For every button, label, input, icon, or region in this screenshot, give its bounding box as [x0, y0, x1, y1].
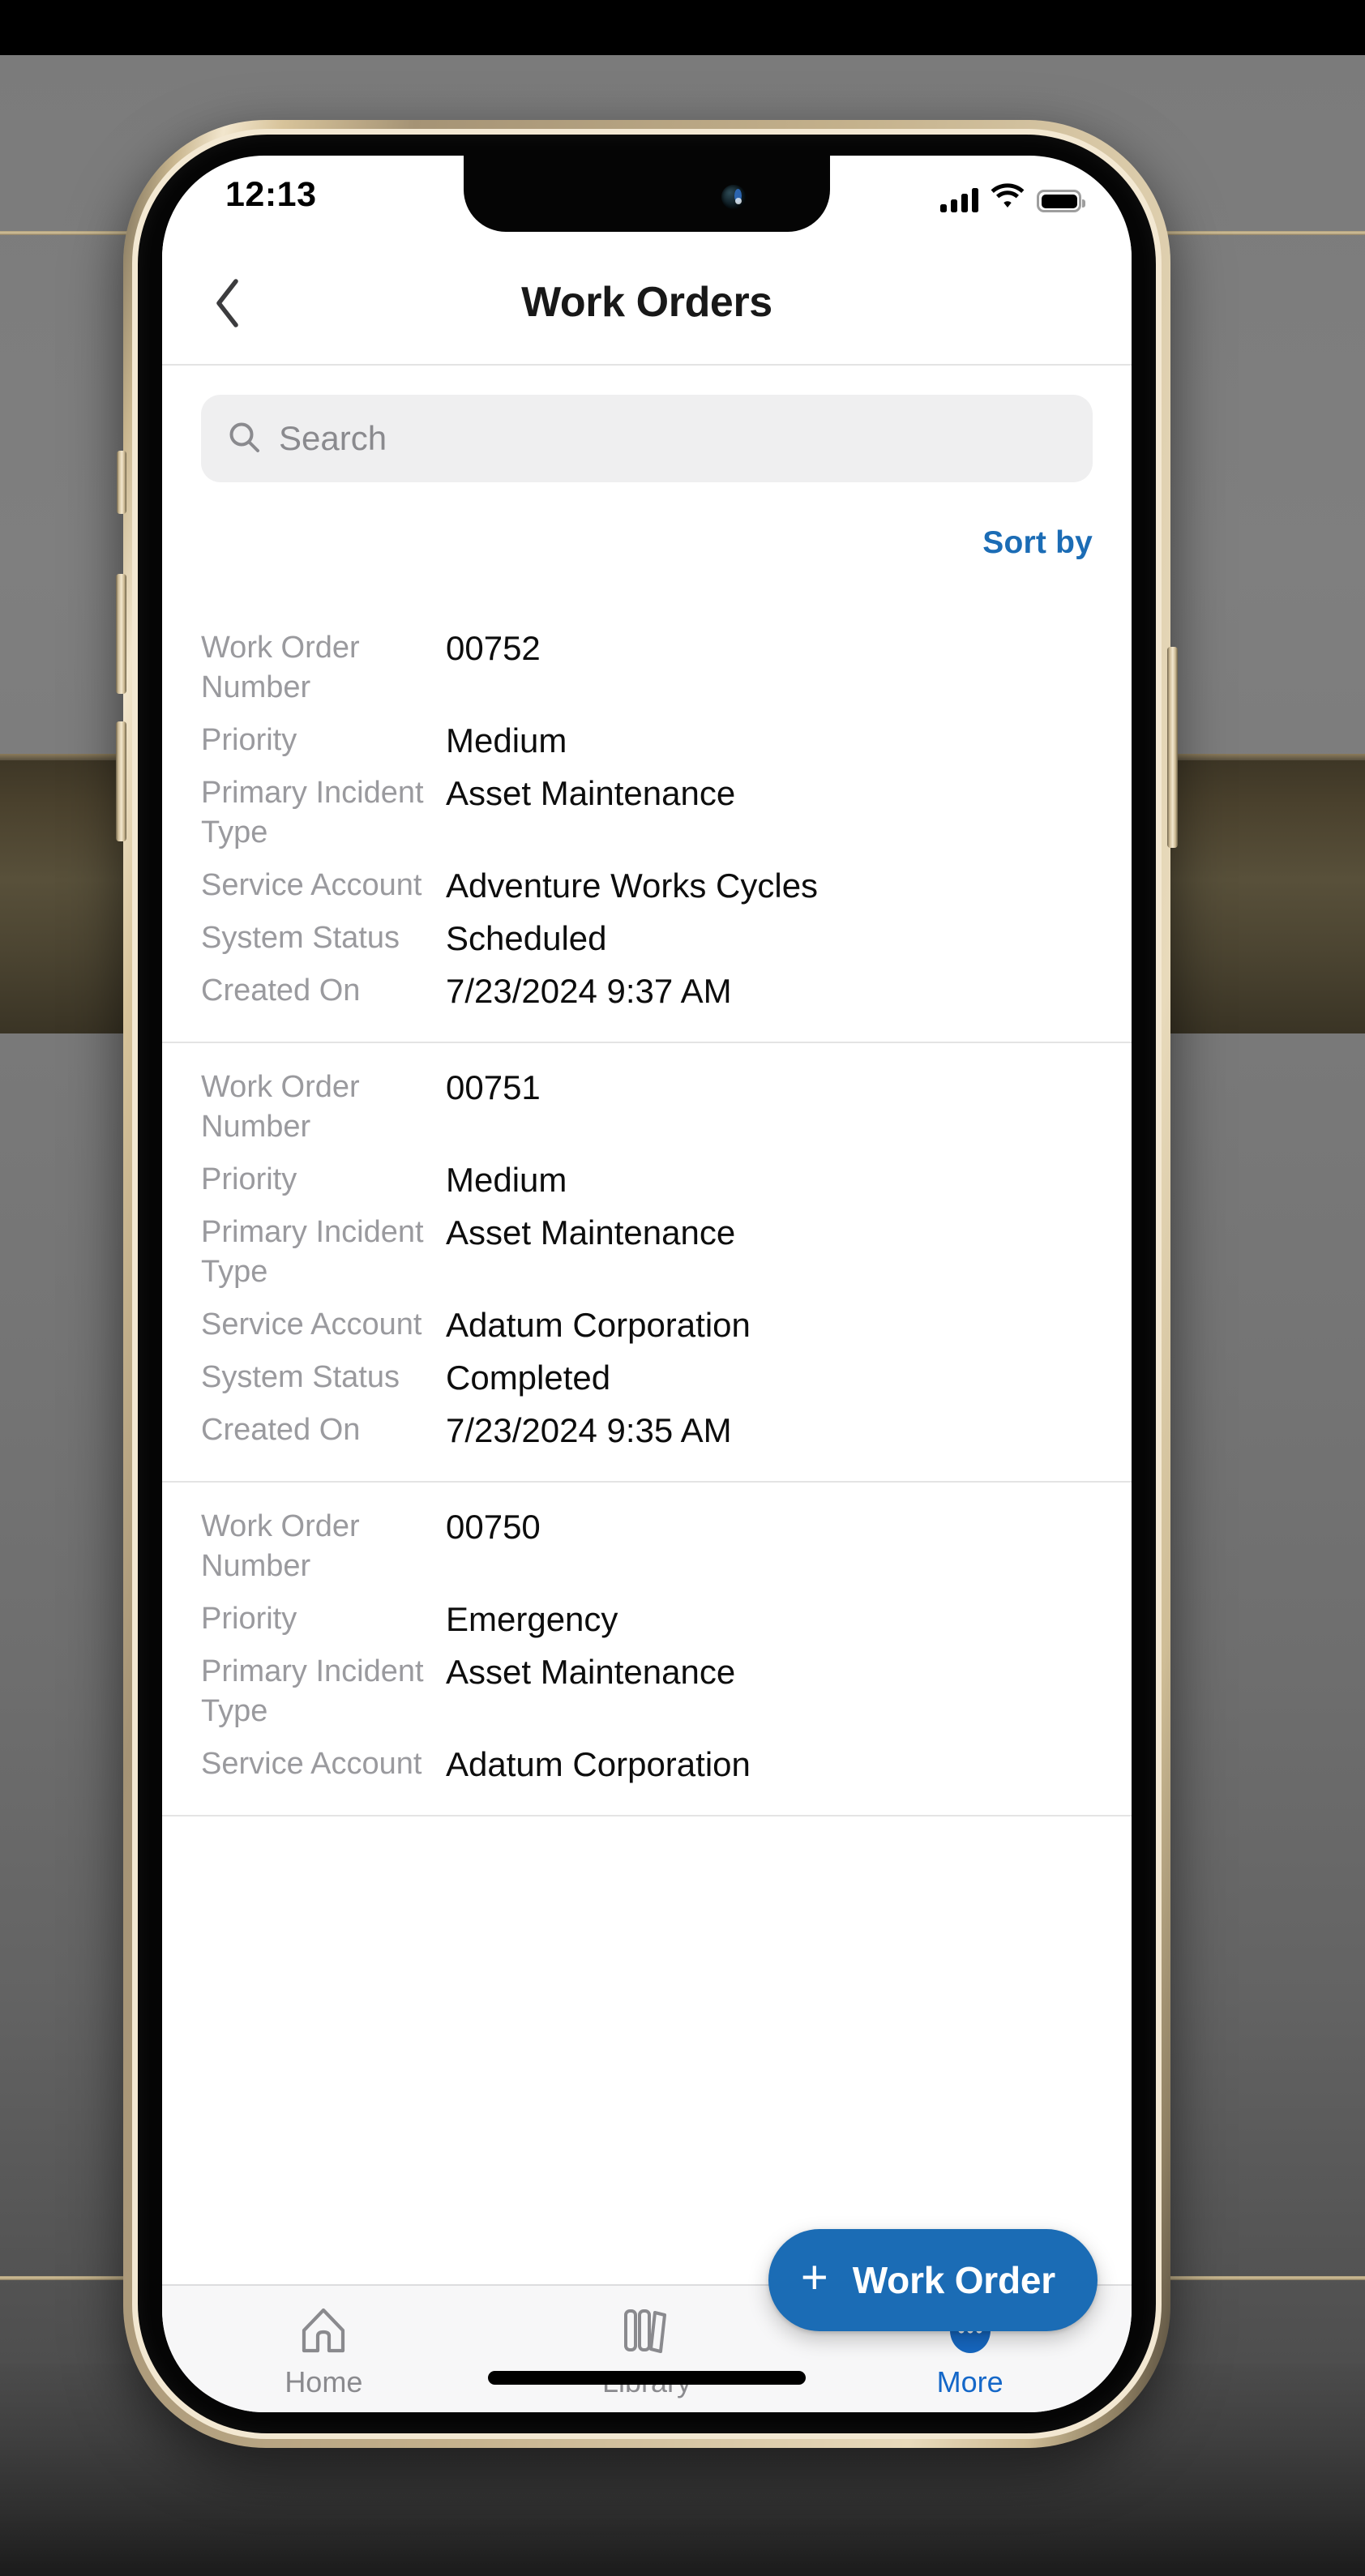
field-primary-incident-type: Primary Incident Type Asset Maintenance [201, 1206, 1093, 1299]
field-primary-incident-type: Primary Incident Type Asset Maintenance [201, 767, 1093, 859]
status-bar: 12:13 [162, 156, 1132, 240]
field-label: System Status [201, 1360, 400, 1394]
field-label: Created On [201, 1413, 361, 1447]
signal-bars-icon [940, 188, 978, 212]
field-priority: Priority Medium [201, 714, 1093, 767]
field-label: Service Account [201, 1307, 422, 1341]
status-bar-indicators [940, 178, 1085, 212]
field-created-on: Created On 7/23/2024 9:37 AM [201, 965, 1093, 1017]
field-work-order-number: Work Order Number 00751 [201, 1061, 1093, 1153]
library-icon [622, 2305, 672, 2356]
field-label: Work Order Number [201, 1509, 360, 1583]
field-value: 7/23/2024 9:35 AM [446, 1411, 732, 1449]
search-input[interactable]: Search [201, 395, 1093, 482]
field-value: Completed [446, 1359, 611, 1397]
wifi-icon [991, 182, 1025, 212]
field-label: Created On [201, 973, 361, 1008]
volume-up-button[interactable] [116, 574, 126, 694]
field-priority: Priority Emergency [201, 1593, 1093, 1645]
phone-device: 12:13 Work Orders Search Sort by Work Or… [116, 120, 1178, 2448]
field-label: Work Order Number [201, 1070, 360, 1144]
field-created-on: Created On 7/23/2024 9:35 AM [201, 1404, 1093, 1457]
table-row[interactable]: Work Order Number 00752 Priority Medium … [162, 604, 1132, 1043]
field-value: Asset Maintenance [446, 1213, 736, 1252]
field-work-order-number: Work Order Number 00750 [201, 1500, 1093, 1593]
add-work-order-button[interactable]: + Work Order [768, 2229, 1098, 2331]
power-side-button[interactable] [1167, 647, 1178, 848]
field-value: Asset Maintenance [446, 1653, 736, 1691]
field-value: Medium [446, 721, 567, 760]
field-label: Priority [201, 1602, 297, 1636]
search-placeholder: Search [279, 419, 387, 457]
search-icon [227, 420, 261, 458]
field-system-status: System Status Scheduled [201, 912, 1093, 965]
field-value: 00751 [446, 1068, 541, 1106]
table-row[interactable]: Work Order Number 00751 Priority Medium … [162, 1043, 1132, 1483]
tab-label: Home [285, 2365, 363, 2398]
plus-icon: + [800, 2251, 828, 2304]
field-value: Medium [446, 1161, 567, 1199]
field-label: Primary Incident Type [201, 1654, 424, 1728]
table-row[interactable]: Work Order Number 00750 Priority Emergen… [162, 1483, 1132, 1816]
scene: 12:13 Work Orders Search Sort by Work Or… [0, 0, 1365, 2576]
field-service-account: Service Account Adatum Corporation [201, 1738, 1093, 1791]
field-value: 00752 [446, 629, 541, 667]
search-container: Search [162, 366, 1132, 482]
home-indicator[interactable] [488, 2371, 806, 2385]
field-system-status: System Status Completed [201, 1351, 1093, 1404]
field-label: Work Order Number [201, 631, 360, 704]
field-value: Asset Maintenance [446, 774, 736, 812]
field-label: Service Account [201, 1747, 422, 1781]
field-value: Scheduled [446, 919, 607, 957]
home-icon [299, 2305, 348, 2356]
background-top-band [0, 0, 1365, 55]
tab-library[interactable]: Library [486, 2286, 809, 2412]
battery-full-icon [1037, 190, 1085, 212]
field-label: Primary Incident Type [201, 776, 424, 849]
mute-switch-button[interactable] [117, 451, 126, 514]
field-value: Adatum Corporation [446, 1306, 751, 1344]
field-primary-incident-type: Primary Incident Type Asset Maintenance [201, 1645, 1093, 1738]
sort-by-button[interactable]: Sort by [982, 525, 1093, 561]
tab-label: More [936, 2365, 1003, 2398]
field-priority: Priority Medium [201, 1153, 1093, 1206]
volume-down-button[interactable] [116, 721, 126, 841]
field-label: Primary Incident Type [201, 1215, 424, 1289]
field-service-account: Service Account Adatum Corporation [201, 1299, 1093, 1351]
field-value: Adatum Corporation [446, 1745, 751, 1783]
field-label: Service Account [201, 868, 422, 902]
work-order-list-scroll[interactable]: Search Sort by Work Order Number 00752 P… [162, 366, 1132, 2284]
field-value: Adventure Works Cycles [446, 867, 819, 905]
add-work-order-label: Work Order [852, 2259, 1055, 2301]
field-service-account: Service Account Adventure Works Cycles [201, 859, 1093, 912]
field-value: 00750 [446, 1508, 541, 1546]
field-label: System Status [201, 921, 400, 955]
phone-screen: 12:13 Work Orders Search Sort by Work Or… [162, 156, 1132, 2412]
field-value: 7/23/2024 9:37 AM [446, 972, 732, 1010]
page-title: Work Orders [521, 278, 772, 326]
sort-bar: Sort by [162, 482, 1132, 604]
field-work-order-number: Work Order Number 00752 [201, 622, 1093, 714]
tab-home[interactable]: Home [162, 2286, 486, 2412]
field-label: Priority [201, 723, 297, 757]
status-bar-clock: 12:13 [225, 175, 317, 214]
app-header: Work Orders [162, 240, 1132, 366]
field-label: Priority [201, 1162, 297, 1196]
field-value: Emergency [446, 1600, 618, 1638]
